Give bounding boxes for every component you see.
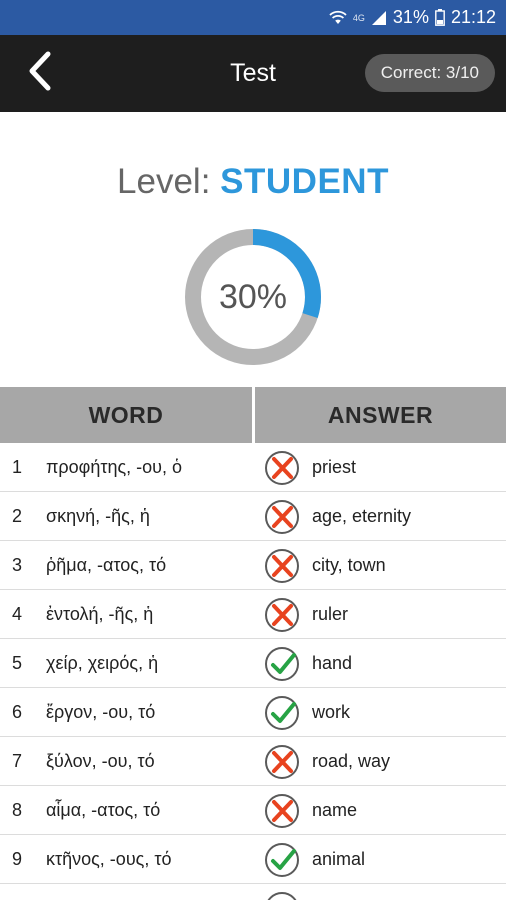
row-number: 4 — [12, 604, 23, 624]
table-row: 8 αἷμα, -ατος, τό name — [0, 786, 506, 835]
check-icon — [264, 695, 300, 731]
network-type: 4G — [352, 12, 365, 23]
row-answer: name — [312, 800, 358, 820]
column-header-word: WORD — [0, 387, 252, 443]
level-value: STUDENT — [220, 162, 389, 201]
cross-icon — [264, 597, 300, 633]
score-badge: Correct: 3/10 — [364, 54, 495, 92]
back-button[interactable] — [18, 51, 62, 95]
status-bar: 4G 31% 21:12 — [0, 0, 506, 35]
column-header-answer: ANSWER — [255, 387, 506, 443]
check-icon — [264, 646, 300, 682]
row-number: 8 — [12, 800, 23, 820]
row-number: 2 — [12, 506, 23, 526]
row-word: σκηνή, -ῆς, ἡ — [46, 506, 150, 526]
cross-icon — [264, 499, 300, 535]
table-row: 3 ῥῆμα, -ατος, τό city, town — [0, 541, 506, 590]
status-icon — [264, 891, 300, 900]
level-heading: Level: STUDENT — [0, 162, 506, 202]
cross-icon — [264, 548, 300, 584]
row-answer: animal — [312, 849, 366, 869]
row-number: 3 — [12, 555, 23, 575]
row-answer: ruler — [312, 604, 349, 624]
row-word: ξύλον, -ου, τό — [46, 751, 155, 771]
row-word: ἔργον, -ου, τό — [46, 702, 156, 722]
battery-percent: 31% — [392, 7, 429, 27]
progress-percent: 30% — [218, 278, 288, 316]
table-row: 7 ξύλον, -ου, τό road, way — [0, 737, 506, 786]
row-number: 6 — [12, 702, 23, 722]
row-answer: hand — [312, 653, 353, 673]
wifi-icon — [329, 10, 347, 26]
row-word: προφήτης, -ου, ὁ — [46, 457, 183, 477]
row-word: ῥῆμα, -ατος, τό — [46, 555, 167, 575]
table-row: 4 ἐντολή, -ῆς, ἡ ruler — [0, 590, 506, 639]
chevron-left-icon — [26, 51, 54, 96]
table-row: 2 σκηνή, -ῆς, ἡ age, eternity — [0, 492, 506, 541]
row-answer: road, way — [312, 751, 391, 771]
check-icon — [264, 842, 300, 878]
table-row: 5 χείρ, χειρός, ἡ hand — [0, 639, 506, 688]
table-row: 6 ἔργον, -ου, τό work — [0, 688, 506, 737]
battery-icon — [435, 9, 445, 26]
table-row-partial — [0, 884, 506, 900]
cross-icon — [264, 744, 300, 780]
row-number: 5 — [12, 653, 23, 673]
row-answer: work — [312, 702, 351, 722]
table-header: WORD ANSWER — [0, 387, 506, 443]
row-answer: age, eternity — [312, 506, 412, 526]
row-word: χείρ, χειρός, ἡ — [46, 653, 159, 673]
cross-icon — [264, 450, 300, 486]
row-number: 7 — [12, 751, 23, 771]
row-word: αἷμα, -ατος, τό — [46, 800, 161, 820]
table-row: 9 κτῆνος, -ους, τό animal — [0, 835, 506, 884]
cross-icon — [264, 793, 300, 829]
results-list[interactable]: 1 προφήτης, -ου, ὁ priest 2 σκηνή, -ῆς, … — [0, 443, 506, 900]
app-bar: Test Correct: 3/10 — [0, 35, 506, 112]
signal-icon — [371, 10, 387, 26]
row-word: κτῆνος, -ους, τό — [46, 849, 172, 869]
row-word: ἐντολή, -ῆς, ἡ — [46, 604, 154, 624]
clock: 21:12 — [450, 7, 496, 27]
table-row: 1 προφήτης, -ου, ὁ priest — [0, 443, 506, 492]
row-number: 1 — [12, 457, 23, 477]
row-answer: city, town — [312, 555, 386, 575]
row-number: 9 — [12, 849, 23, 869]
level-label: Level: — [117, 162, 211, 201]
status-icons: 4G 31% 21:12 — [329, 0, 496, 35]
row-answer: priest — [312, 457, 357, 477]
